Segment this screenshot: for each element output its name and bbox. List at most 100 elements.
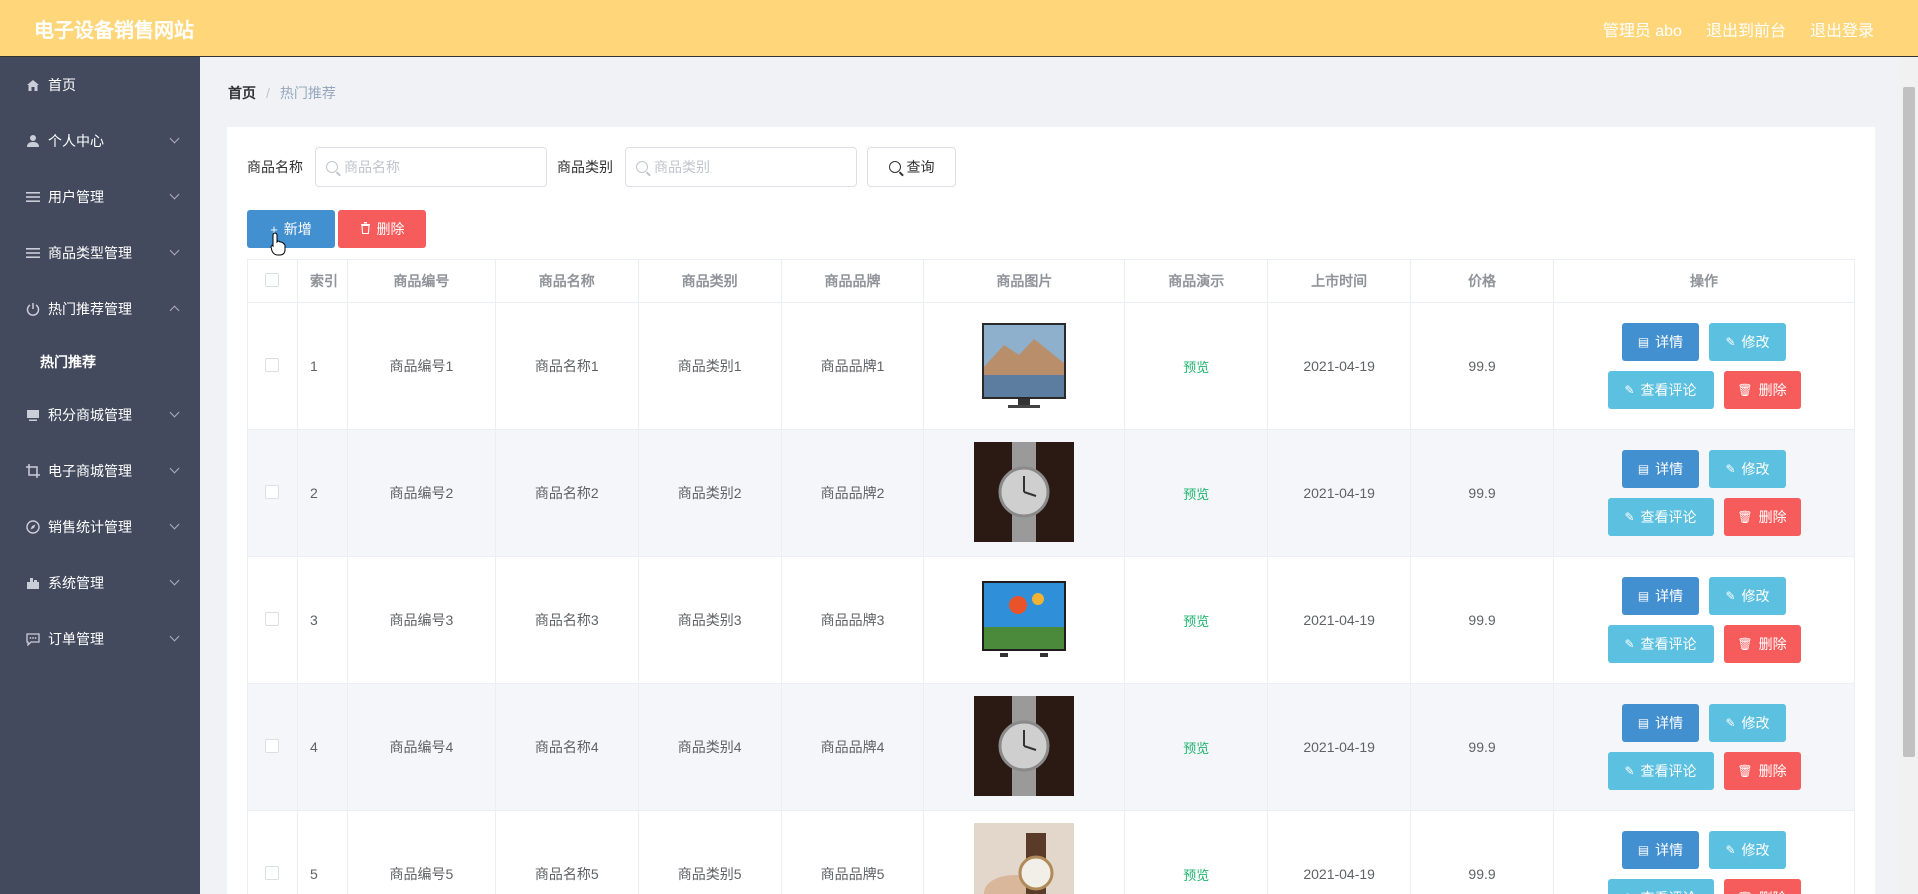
cell-ops: ▤详情 ✎修改 ✎查看评论 🗑删除 <box>1553 810 1855 894</box>
row-checkbox[interactable] <box>265 611 280 626</box>
edit-button[interactable]: ✎ 修改 <box>1709 577 1786 615</box>
cell-demo: 预览 <box>1124 429 1269 557</box>
query-button-label: 查询 <box>906 159 935 175</box>
select-all-checkbox[interactable] <box>265 272 280 287</box>
sidebar-subitem-hot-recommend[interactable]: 热门推荐 <box>0 337 200 387</box>
trash-icon: 🗑 <box>1737 764 1753 778</box>
view-comments-button[interactable]: ✎查看评论 <box>1607 371 1714 409</box>
exit-to-front-link[interactable]: 退出到前台 <box>1706 17 1786 41</box>
comment-label: 查看评论 <box>1641 888 1697 894</box>
document-icon: ▤ <box>1637 335 1650 349</box>
cell-date: 2021-04-19 <box>1267 429 1412 557</box>
row-checkbox[interactable] <box>265 484 280 499</box>
content-panel: 商品名称 商品类别 查询 + 新增 <box>227 127 1875 894</box>
detail-button[interactable]: ▤ 详情 <box>1622 704 1699 742</box>
sidebar-item-hot-recommend[interactable]: 热门推荐管理 <box>0 281 200 337</box>
detail-label: 详情 <box>1655 588 1684 604</box>
detail-label: 详情 <box>1655 842 1684 858</box>
sidebar-item-home[interactable]: 首页 <box>0 57 200 113</box>
cell-demo: 预览 <box>1124 683 1269 811</box>
cell-ops: ▤详情 ✎修改 ✎查看评论 🗑删除 <box>1553 429 1855 557</box>
trash-icon: 🗑 <box>1737 510 1753 524</box>
header-code: 商品编号 <box>346 259 496 303</box>
cell-index: 5 <box>296 810 348 894</box>
cell-brand: 商品品牌2 <box>780 429 925 557</box>
view-comments-button[interactable]: ✎查看评论 <box>1607 752 1714 790</box>
sidebar-item-orders[interactable]: 订单管理 <box>0 611 200 667</box>
view-comments-button[interactable]: ✎查看评论 <box>1607 879 1714 894</box>
detail-button[interactable]: ▤ 详情 <box>1622 577 1699 615</box>
sidebar-item-system[interactable]: 系统管理 <box>0 555 200 611</box>
detail-button[interactable]: ▤ 详情 <box>1622 323 1699 361</box>
trash-icon <box>360 221 371 237</box>
cell-price: 99.9 <box>1410 683 1554 811</box>
cell-name: 商品名称5 <box>494 810 639 894</box>
breadcrumb-home[interactable]: 首页 <box>228 85 256 101</box>
sidebar-item-e-mall[interactable]: 电子商城管理 <box>0 443 200 499</box>
preview-link[interactable]: 预览 <box>1183 487 1209 502</box>
row-delete-button[interactable]: 🗑删除 <box>1723 371 1801 409</box>
compass-icon <box>24 519 42 535</box>
bulk-delete-button[interactable]: 删除 <box>338 210 426 248</box>
row-checkbox[interactable] <box>265 865 280 880</box>
sidebar-item-label: 首页 <box>48 77 76 93</box>
pencil-icon: ✎ <box>1624 510 1635 524</box>
view-comments-button[interactable]: ✎查看评论 <box>1607 498 1714 536</box>
preview-link[interactable]: 预览 <box>1183 741 1209 756</box>
query-button[interactable]: 查询 <box>867 147 956 187</box>
page-scrollbar[interactable] <box>1900 57 1918 894</box>
watch-hand-image <box>974 822 1075 894</box>
cell-ops: ▤详情 ✎修改 ✎查看评论 🗑删除 <box>1553 302 1855 430</box>
cell-date: 2021-04-19 <box>1267 556 1412 684</box>
row-checkbox[interactable] <box>265 738 280 753</box>
preview-link[interactable]: 预览 <box>1183 360 1209 375</box>
cell-date: 2021-04-19 <box>1267 810 1412 894</box>
cell-image <box>923 429 1126 557</box>
chevron-down-icon <box>169 245 180 256</box>
cell-type: 商品类别1 <box>637 302 782 430</box>
sidebar-item-users[interactable]: 用户管理 <box>0 169 200 225</box>
edit-button[interactable]: ✎ 修改 <box>1709 450 1786 488</box>
row-delete-button[interactable]: 🗑删除 <box>1723 625 1801 663</box>
preview-link[interactable]: 预览 <box>1183 614 1209 629</box>
select-all-cell[interactable] <box>247 259 298 303</box>
preview-link[interactable]: 预览 <box>1183 868 1209 883</box>
cell-ops: ▤详情 ✎修改 ✎查看评论 🗑删除 <box>1553 556 1855 684</box>
type-search-input-wrap[interactable] <box>625 147 857 187</box>
detail-button[interactable]: ▤ 详情 <box>1622 831 1699 869</box>
row-select-cell[interactable] <box>247 810 298 894</box>
scrollbar-thumb[interactable] <box>1903 87 1915 757</box>
name-search-input-wrap[interactable] <box>315 147 547 187</box>
sidebar-item-product-types[interactable]: 商品类型管理 <box>0 225 200 281</box>
detail-button[interactable]: ▤ 详情 <box>1622 450 1699 488</box>
tv-balloon-image <box>982 580 1067 657</box>
table-row: 3 商品编号3 商品名称3 商品类别3 商品品牌3 预览 2021-04-19 … <box>247 556 1855 684</box>
logout-link[interactable]: 退出登录 <box>1810 17 1874 41</box>
row-select-cell[interactable] <box>247 556 298 684</box>
add-button[interactable]: + 新增 <box>247 210 335 248</box>
cell-image <box>923 302 1126 430</box>
row-select-cell[interactable] <box>247 302 298 430</box>
view-comments-button[interactable]: ✎查看评论 <box>1607 625 1714 663</box>
row-select-cell[interactable] <box>247 429 298 557</box>
row-delete-button[interactable]: 🗑删除 <box>1723 879 1801 894</box>
sidebar-item-sales-stats[interactable]: 销售统计管理 <box>0 499 200 555</box>
header-index: 索引 <box>296 259 348 303</box>
cell-type: 商品类别4 <box>637 683 782 811</box>
edit-button[interactable]: ✎ 修改 <box>1709 831 1786 869</box>
row-select-cell[interactable] <box>247 683 298 811</box>
sidebar-item-label: 订单管理 <box>48 631 104 647</box>
header-price: 价格 <box>1410 259 1554 303</box>
sidebar-item-points-mall[interactable]: 积分商城管理 <box>0 387 200 443</box>
row-checkbox[interactable] <box>265 357 280 372</box>
name-search-input[interactable] <box>344 159 534 175</box>
type-search-input[interactable] <box>654 159 844 175</box>
edit-button[interactable]: ✎ 修改 <box>1709 704 1786 742</box>
row-delete-button[interactable]: 🗑删除 <box>1723 498 1801 536</box>
delete-label: 删除 <box>1759 888 1787 894</box>
edit-button[interactable]: ✎ 修改 <box>1709 323 1786 361</box>
row-delete-button[interactable]: 🗑删除 <box>1723 752 1801 790</box>
sidebar-item-personal[interactable]: 个人中心 <box>0 113 200 169</box>
crop-icon <box>24 463 42 479</box>
site-title: 电子设备销售网站 <box>34 20 194 42</box>
